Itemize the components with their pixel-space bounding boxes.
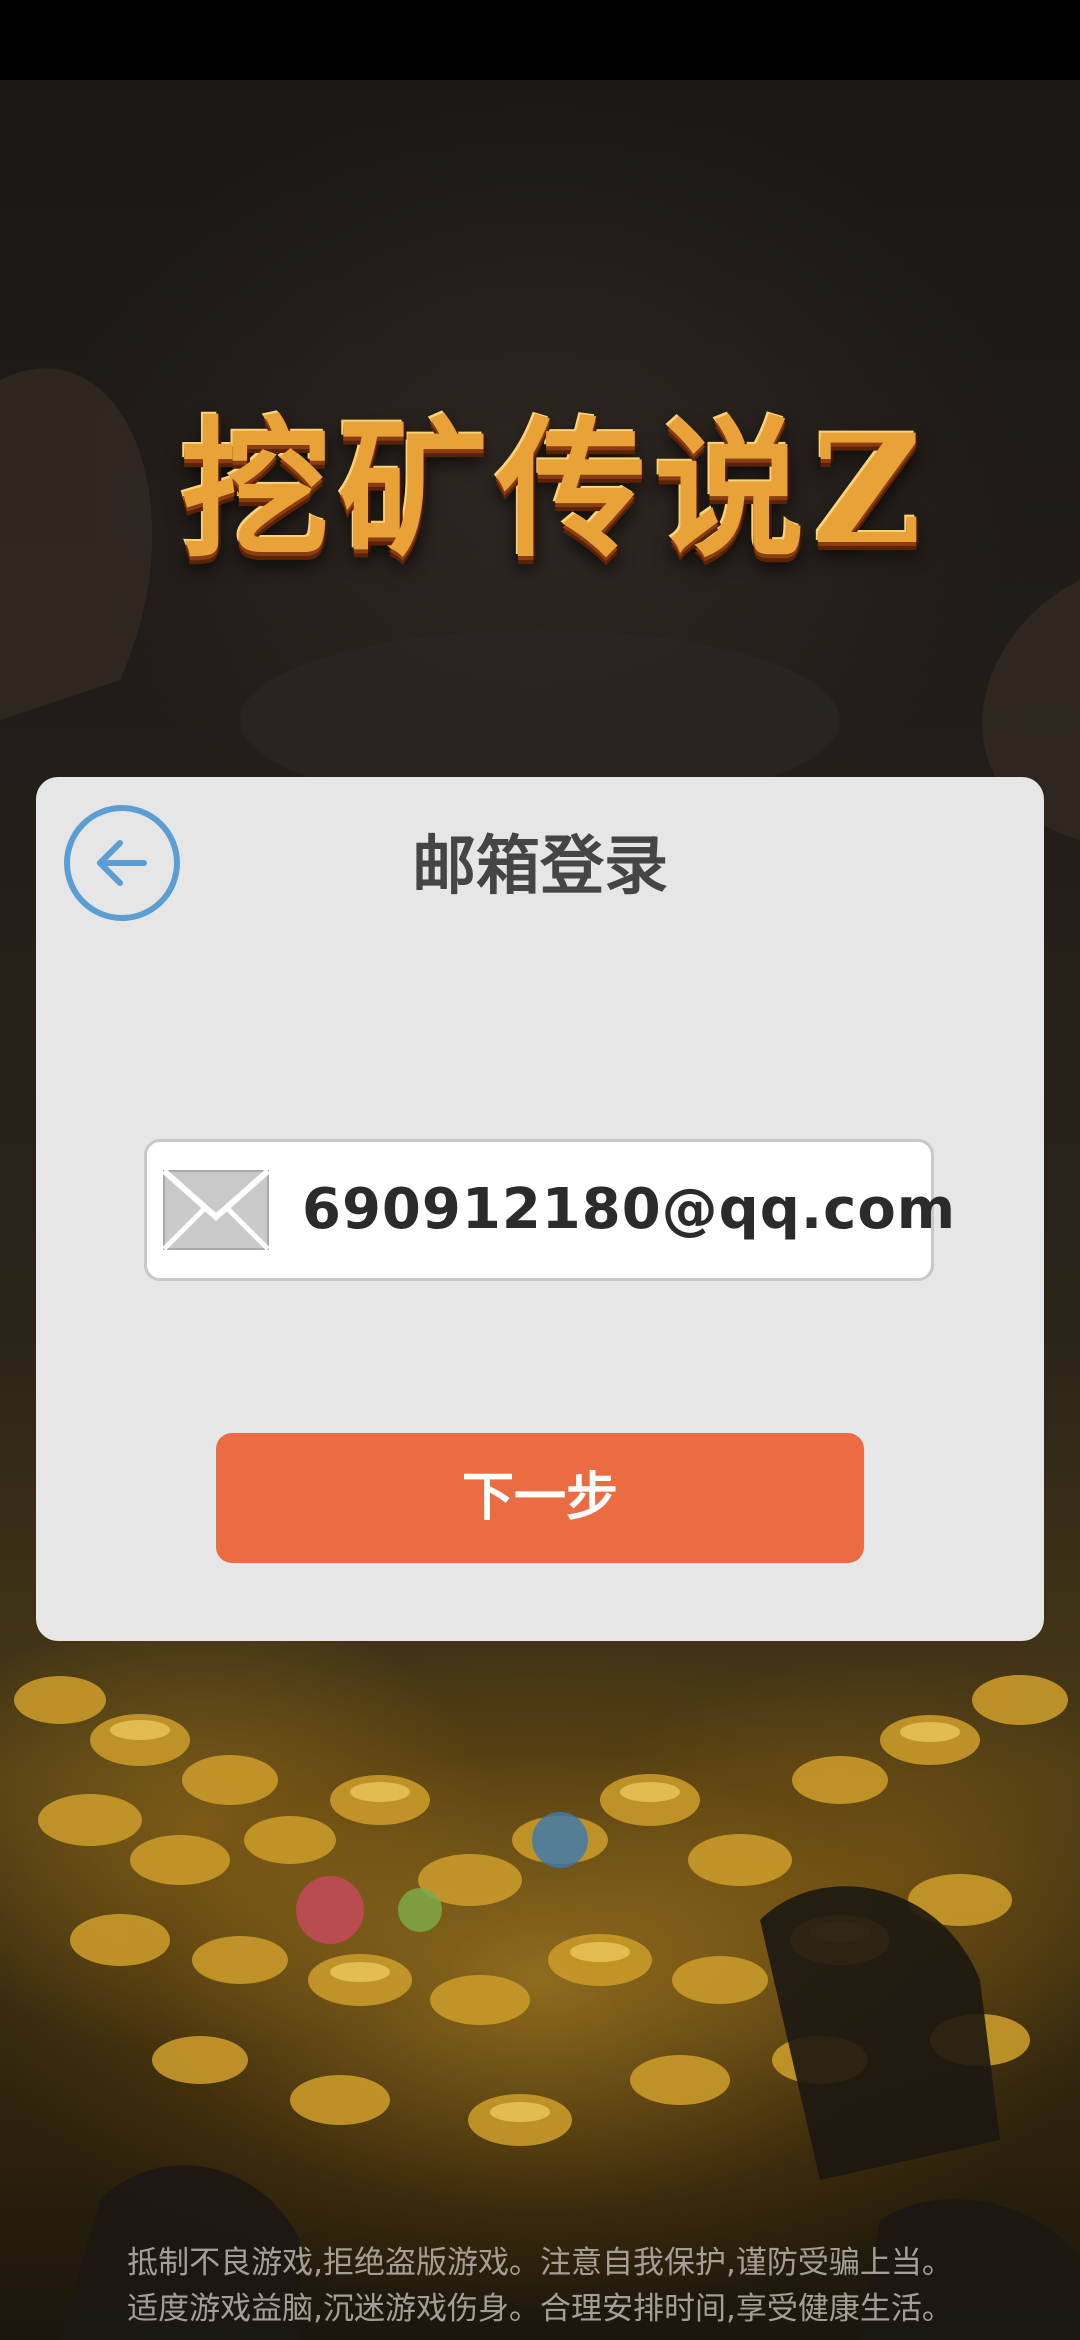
email-value: 690912180@qq.com <box>302 1177 957 1242</box>
health-notice-line-2: 适度游戏益脑,沉迷游戏伤身。合理安排时间,享受健康生活。 <box>127 2291 953 2327</box>
health-notice: 抵制不良游戏,拒绝盗版游戏。注意自我保护,谨防受骗上当。 适度游戏益脑,沉迷游戏… <box>0 2240 1080 2332</box>
app-screen: 挖矿传说Z 邮箱登录 690912180@qq.com 下一步 抵制不良游戏,拒… <box>0 0 1080 2340</box>
email-login-dialog: 邮箱登录 690912180@qq.com 下一步 <box>36 777 1044 1641</box>
email-field[interactable]: 690912180@qq.com <box>144 1139 955 1281</box>
game-logo-text: 挖矿传说Z <box>180 402 930 578</box>
game-logo: 挖矿传说Z <box>95 390 1015 590</box>
next-step-button[interactable]: 下一步 <box>216 1433 864 1563</box>
health-notice-line-1: 抵制不良游戏,拒绝盗版游戏。注意自我保护,谨防受骗上当。 <box>127 2245 953 2281</box>
status-bar <box>0 0 1080 80</box>
dialog-title: 邮箱登录 <box>412 830 668 904</box>
envelope-icon <box>162 1169 270 1251</box>
